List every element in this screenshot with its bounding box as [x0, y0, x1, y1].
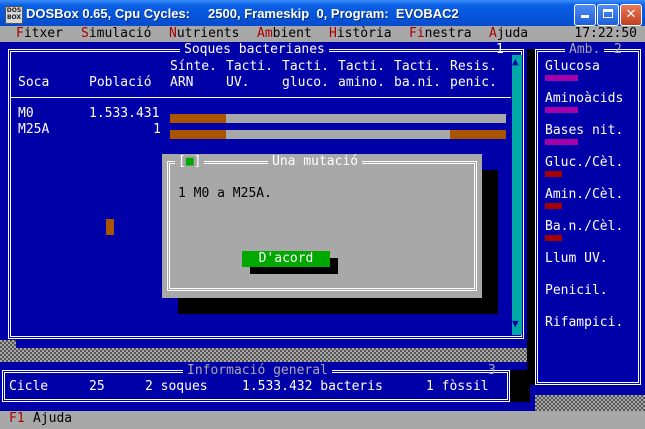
trait-bar-segment — [170, 130, 226, 139]
desktop-hatch — [0, 348, 535, 362]
info-cycle-value: 25 — [89, 379, 105, 394]
strains-window-title: Soques bacterianes — [180, 42, 329, 58]
trait-bar-segment — [226, 114, 506, 123]
help-label[interactable]: Ajuda — [33, 411, 72, 427]
info-strains-count: 2 soques — [145, 379, 208, 394]
env-amin-cel[interactable]: Amin./Cèl. — [545, 187, 623, 203]
env-gluc-cel[interactable]: Gluc./Cèl. — [545, 155, 623, 171]
close-icon[interactable]: ■ — [186, 154, 194, 169]
strain-name[interactable]: M0 — [18, 106, 34, 122]
minimize-icon — [581, 15, 589, 18]
strains-window-number: 1 — [496, 42, 504, 57]
scroll-down-icon[interactable]: ▼ — [512, 318, 519, 330]
strain-population: 1 — [153, 122, 161, 137]
env-ban-cel[interactable]: Ba.n./Cèl. — [545, 219, 623, 235]
info-window-title: Informació general — [183, 363, 332, 379]
env-aminoacids[interactable]: Aminoàcids — [545, 91, 623, 107]
header-soca: Soca — [18, 75, 50, 90]
menu-nutrients[interactable]: Nutrients — [169, 26, 239, 42]
panel-shadow — [527, 49, 535, 385]
env-bases-nit[interactable]: Bases nit. — [545, 123, 623, 139]
info-fossil-count: 1 fòssil — [426, 379, 489, 394]
minimize-button[interactable] — [574, 4, 596, 26]
dosbox-app-icon[interactable]: DOS BOX — [5, 6, 23, 24]
env-ban-cel-bar — [545, 235, 562, 241]
menu-finestra[interactable]: Finestra — [409, 26, 472, 42]
menu-ambient[interactable]: Ambient — [257, 26, 312, 42]
menu-bar: Fitxer Simulació Nutrients Ambient Histò… — [0, 26, 645, 42]
header-poblacio: Població — [89, 75, 152, 90]
status-bar — [0, 411, 645, 429]
dialog-close-box[interactable]: [■] — [175, 154, 205, 170]
env-llum-uv[interactable]: Llum UV. — [545, 251, 608, 267]
header-tactisme-amino: Tacti. amino. — [338, 59, 385, 90]
maximize-icon — [603, 9, 613, 18]
trait-bar-segment — [170, 114, 226, 123]
dialog-title: Una mutació — [268, 154, 363, 170]
header-tactisme-glucosa: Tacti. gluco. — [282, 59, 329, 90]
env-gluc-cel-bar — [545, 171, 562, 177]
history-marker — [106, 219, 114, 235]
env-amin-cel-bar — [545, 203, 562, 209]
info-cycle-label: Cicle — [9, 379, 49, 394]
strain-name[interactable]: M25A — [18, 122, 49, 138]
menu-historia[interactable]: Història — [329, 26, 392, 42]
header-tactisme-bases: Tacti. ba.ni. — [394, 59, 441, 90]
env-glucosa-bar — [545, 75, 578, 81]
environment-panel-number: 2 — [614, 42, 622, 57]
header-resistencia-penicilina: Resis. penic. — [450, 59, 497, 90]
env-rifampici[interactable]: Rifampici. — [545, 315, 623, 331]
header-divider — [11, 97, 511, 98]
menu-simulacio[interactable]: Simulació — [81, 26, 151, 42]
menu-fitxer[interactable]: Fitxer — [16, 26, 63, 42]
help-key[interactable]: F1 — [9, 411, 25, 427]
environment-panel-title: Amb. — [565, 42, 605, 58]
menu-ajuda[interactable]: Ajuda — [489, 26, 528, 42]
info-window-shadow — [510, 370, 530, 402]
close-icon: ✕ — [625, 7, 637, 22]
clock: 17:22:50 — [574, 26, 637, 41]
header-tactisme-uv: Tacti. UV. — [226, 59, 273, 90]
window-title: DOSBox 0.65, Cpu Cycles: 2500, Frameskip… — [26, 6, 459, 21]
header-sintesi-arn: Sínte. ARN — [170, 59, 217, 90]
env-aminoacids-bar — [545, 107, 578, 113]
close-button[interactable]: ✕ — [620, 4, 642, 26]
env-bases-nit-bar — [545, 139, 578, 145]
env-glucosa[interactable]: Glucosa — [545, 59, 600, 75]
scroll-up-icon[interactable]: ▲ — [512, 56, 519, 68]
maximize-button[interactable] — [597, 4, 619, 26]
info-bacteria-count: 1.533.432 bacteris — [242, 379, 383, 394]
env-penicil[interactable]: Penicil. — [545, 283, 608, 299]
trait-bar-segment — [226, 130, 450, 139]
desktop-hatch — [0, 340, 16, 360]
strain-population: 1.533.431 — [89, 106, 160, 121]
desktop-hatch — [535, 395, 645, 411]
trait-bar-segment — [450, 130, 506, 139]
dialog-message: 1 M0 a M25A. — [178, 186, 272, 201]
ok-button[interactable]: D'acord — [242, 251, 330, 267]
strains-scrollbar[interactable] — [512, 55, 522, 335]
info-window-number: 3 — [488, 363, 496, 378]
